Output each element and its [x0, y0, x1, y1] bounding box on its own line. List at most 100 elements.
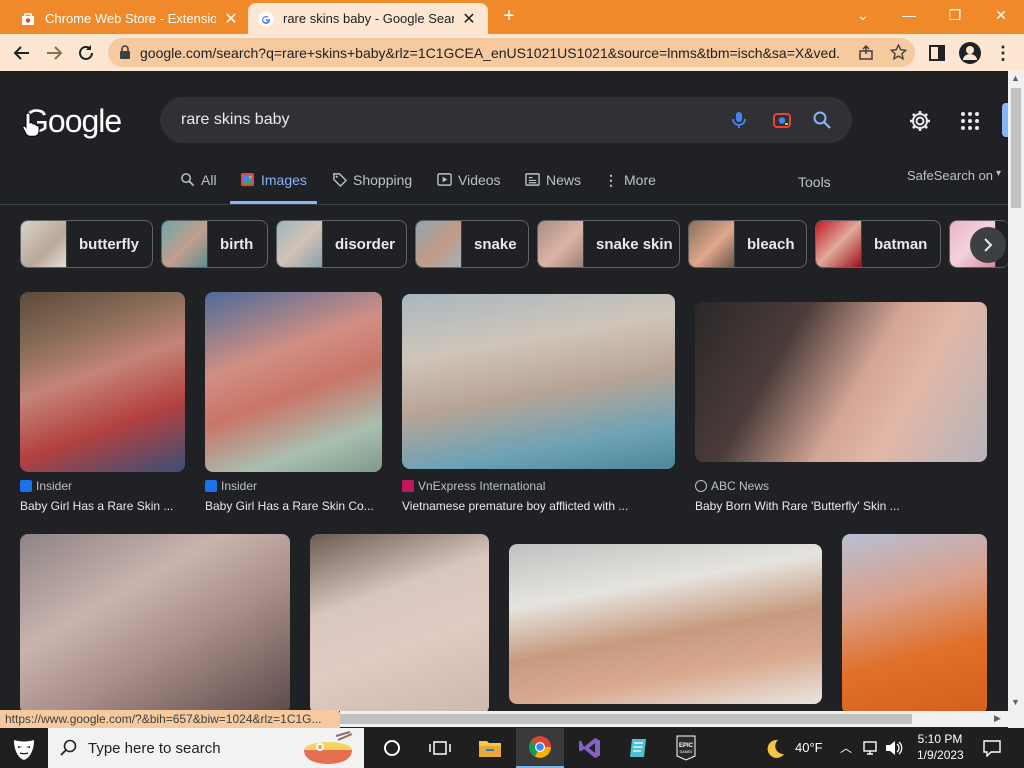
result-source-4[interactable]: ABC News: [695, 479, 769, 493]
tab-close-button[interactable]: ✕: [222, 9, 240, 29]
chip-birth[interactable]: birth: [161, 220, 268, 268]
bookmark-star-icon[interactable]: [890, 44, 907, 61]
result-source-3[interactable]: VnExpress International: [402, 479, 545, 493]
tab-google-search[interactable]: rare skins baby - Google Search ✕: [248, 3, 488, 34]
result-source-2[interactable]: Insider: [205, 479, 257, 493]
scroll-right-arrow-icon[interactable]: ▶: [994, 713, 1001, 724]
microphone-icon[interactable]: [729, 110, 749, 130]
lock-icon[interactable]: [118, 45, 132, 60]
file-explorer-button[interactable]: [466, 728, 514, 768]
chrome-taskbar-button[interactable]: [516, 728, 564, 768]
scroll-up-arrow-icon[interactable]: ▲: [1011, 73, 1020, 83]
chip-disorder[interactable]: disorder: [276, 220, 407, 268]
chip-bleach[interactable]: bleach: [688, 220, 807, 268]
result-caption-1[interactable]: Baby Girl Has a Rare Skin ...: [20, 499, 173, 513]
visual-studio-icon: [579, 738, 600, 758]
tab-videos[interactable]: Videos: [437, 166, 501, 204]
search-icon[interactable]: [812, 110, 832, 130]
chip-label: disorder: [335, 235, 396, 253]
vertical-scroll-thumb[interactable]: [1011, 88, 1021, 208]
clock-time: 5:10 PM: [917, 732, 963, 746]
result-image-1[interactable]: [20, 292, 185, 472]
chrome-menu-button[interactable]: ⋮: [994, 42, 1012, 64]
cortana-button[interactable]: [368, 728, 416, 768]
epic-games-button[interactable]: EPIC GAMES: [662, 728, 710, 768]
tab-shopping[interactable]: Shopping: [332, 166, 412, 204]
tab-images[interactable]: Images: [230, 166, 317, 204]
volume-icon[interactable]: [885, 740, 903, 756]
result-caption-3[interactable]: Vietnamese premature boy afflicted with …: [402, 499, 628, 513]
restore-button[interactable]: ❐: [932, 0, 978, 30]
tab-label: More: [624, 172, 656, 188]
chips-next-button[interactable]: [970, 227, 1006, 263]
result-source-1[interactable]: Insider: [20, 479, 72, 493]
folder-icon: [479, 741, 501, 757]
horizontal-scrollbar[interactable]: ▶: [340, 711, 1008, 727]
apps-grid-icon[interactable]: [960, 111, 980, 131]
app-taskbar-button[interactable]: [614, 728, 662, 768]
notification-icon[interactable]: [982, 739, 1002, 757]
chip-snake[interactable]: snake: [415, 220, 529, 268]
insider-favicon-icon: [20, 480, 32, 492]
clock[interactable]: 5:10 PM 1/9/2023: [917, 732, 964, 762]
chip-butterfly[interactable]: butterfly: [20, 220, 153, 268]
result-caption-4[interactable]: Baby Born With Rare 'Butterfly' Skin ...: [695, 499, 900, 513]
reload-button[interactable]: [72, 39, 100, 67]
result-image-3[interactable]: [402, 294, 675, 469]
chip-label: snake: [474, 235, 517, 253]
side-panel-icon[interactable]: [928, 44, 946, 62]
tab-chrome-web-store[interactable]: Chrome Web Store - Extensions ✕: [10, 3, 250, 34]
address-bar[interactable]: google.com/search?q=rare+skins+baby&rlz=…: [108, 38, 915, 67]
network-icon[interactable]: [862, 740, 880, 756]
search-icon: [60, 739, 77, 756]
result-image-6[interactable]: [310, 534, 489, 711]
task-view-button[interactable]: [416, 728, 464, 768]
result-image-4[interactable]: [695, 302, 987, 462]
svg-text:GAMES: GAMES: [680, 750, 693, 754]
chip-batman[interactable]: batman: [815, 220, 941, 268]
safesearch-button[interactable]: SafeSearch on ▾: [907, 162, 1001, 200]
tools-button[interactable]: Tools: [798, 166, 831, 204]
weather-temperature[interactable]: 40°F: [795, 740, 823, 755]
result-image-7[interactable]: [509, 544, 822, 704]
forward-button[interactable]: [40, 39, 68, 67]
settings-gear-icon[interactable]: [908, 109, 932, 133]
result-image-5[interactable]: [20, 534, 290, 711]
tab-close-button[interactable]: ✕: [460, 9, 478, 29]
visual-studio-button[interactable]: [566, 728, 614, 768]
result-image-2[interactable]: [205, 292, 382, 472]
result-caption-2[interactable]: Baby Girl Has a Rare Skin Co...: [205, 499, 374, 513]
lens-camera-icon[interactable]: [772, 110, 792, 130]
vertical-scrollbar[interactable]: ▲ ▼: [1008, 71, 1024, 728]
profile-avatar-icon[interactable]: [958, 41, 982, 65]
tab-all[interactable]: All: [180, 166, 217, 204]
horizontal-scroll-thumb[interactable]: [340, 714, 912, 724]
tab-more[interactable]: ⋮ More: [604, 166, 656, 204]
video-play-icon: [437, 173, 452, 186]
search-input[interactable]: rare skins baby: [160, 97, 852, 143]
vnexpress-favicon-icon: [402, 480, 414, 492]
source-name: VnExpress International: [418, 479, 546, 493]
browser-toolbar: google.com/search?q=rare+skins+baby&rlz=…: [0, 34, 1024, 71]
close-window-button[interactable]: ✕: [978, 0, 1024, 30]
start-button[interactable]: [0, 728, 48, 768]
moon-weather-icon[interactable]: [764, 738, 786, 760]
tab-title: Chrome Web Store - Extensions: [45, 11, 216, 26]
status-bar-url: https://www.google.com/?&bih=657&biw=102…: [0, 710, 340, 728]
chip-snake-skin[interactable]: snake skin: [537, 220, 680, 268]
minimize-button[interactable]: —: [886, 0, 932, 30]
tab-search-button[interactable]: ⌄: [840, 0, 886, 30]
tab-news[interactable]: News: [525, 166, 581, 204]
image-icon: [240, 172, 255, 187]
circle-icon: [384, 740, 400, 756]
chip-thumbnail: [21, 221, 67, 267]
back-button[interactable]: [8, 39, 36, 67]
notes-app-icon: [630, 739, 646, 757]
taskbar-search-box[interactable]: Type here to search: [48, 728, 364, 768]
result-image-8[interactable]: [842, 534, 987, 711]
scroll-down-arrow-icon[interactable]: ▼: [1011, 697, 1020, 707]
new-tab-button[interactable]: +: [496, 5, 522, 29]
share-icon[interactable]: [858, 45, 874, 61]
tab-title: rare skins baby - Google Search: [283, 11, 454, 26]
show-hidden-icons-button[interactable]: ︿: [840, 739, 852, 756]
